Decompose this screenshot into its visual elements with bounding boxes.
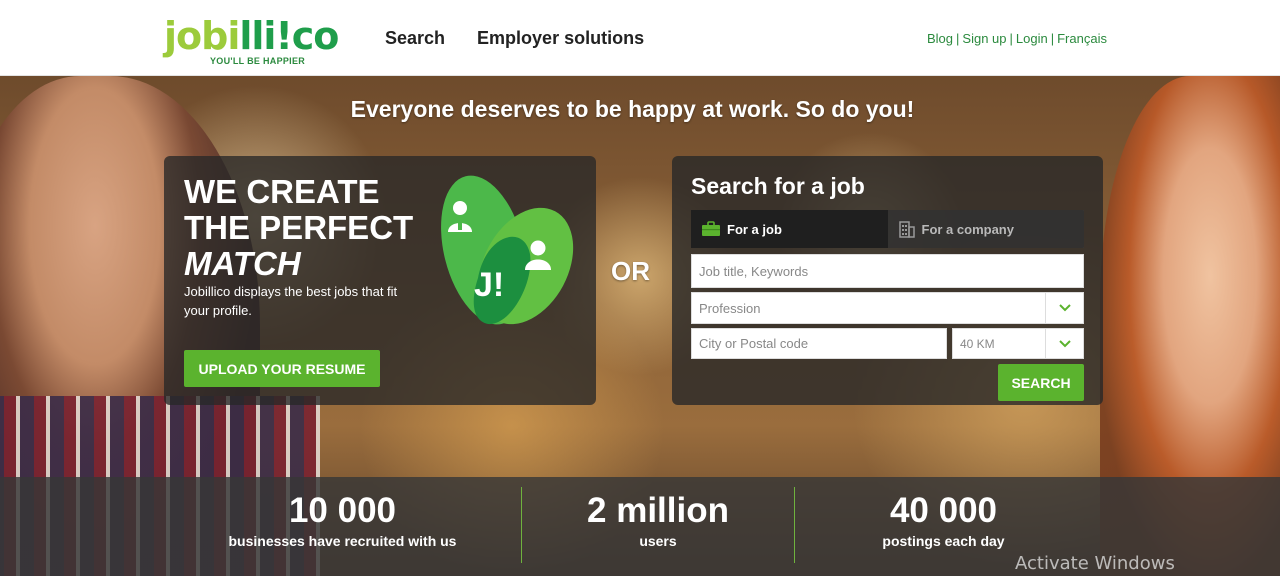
graphic-label: J! bbox=[474, 266, 504, 304]
tab-for-a-company[interactable]: For a company bbox=[887, 210, 1084, 248]
radius-select[interactable]: 40 KM bbox=[952, 328, 1084, 359]
upload-resume-button[interactable]: UPLOAD YOUR RESUME bbox=[184, 350, 380, 387]
link-separator: | bbox=[956, 31, 960, 46]
blog-link[interactable]: Blog bbox=[927, 31, 953, 46]
site-header: jobilli!co YOU'LL BE HAPPIER Search Empl… bbox=[0, 0, 1280, 76]
search-button[interactable]: SEARCH bbox=[998, 364, 1084, 401]
stat-label: users bbox=[639, 533, 677, 549]
link-separator: | bbox=[1050, 31, 1055, 46]
top-links: Blog | Sign up | Login | Français bbox=[927, 31, 1107, 46]
logo-wordmark: jobilli!co bbox=[164, 14, 339, 58]
stat-value: 40 000 bbox=[889, 491, 998, 530]
title-line: WE CREATE bbox=[184, 173, 380, 210]
main-nav: Search Employer solutions bbox=[385, 28, 644, 49]
resume-panel: WE CREATE THE PERFECT MATCH Jobillico di… bbox=[164, 156, 596, 405]
stat-postings: 40 000 postings each day bbox=[795, 491, 1092, 549]
or-label: OR bbox=[611, 256, 650, 286]
stat-label: businesses have recruited with us bbox=[228, 533, 457, 549]
login-link[interactable]: Login bbox=[1016, 31, 1048, 46]
profession-select[interactable]: Profession bbox=[691, 292, 1084, 324]
stat-businesses: 10 000 businesses have recruited with us bbox=[190, 491, 495, 549]
search-tabs: For a job For a company bbox=[691, 210, 1084, 248]
activate-windows-watermark: Activate Windows bbox=[1015, 553, 1175, 574]
nav-search-link[interactable]: Search bbox=[385, 28, 445, 49]
resume-panel-title: WE CREATE THE PERFECT MATCH bbox=[184, 174, 444, 282]
resume-panel-description: Jobillico displays the best jobs that fi… bbox=[184, 284, 398, 318]
stat-users: 2 million users bbox=[522, 491, 794, 549]
link-separator: | bbox=[1009, 31, 1013, 46]
city-postal-input[interactable]: City or Postal code bbox=[691, 328, 947, 359]
language-link[interactable]: Français bbox=[1057, 31, 1107, 46]
hero-banner: Everyone deserves to be happy at work. S… bbox=[0, 76, 1280, 576]
tab-label: For a company bbox=[921, 221, 1014, 237]
logo-tagline: YOU'LL BE HAPPIER bbox=[210, 56, 306, 66]
match-graphic-icon: J! bbox=[441, 175, 574, 325]
keywords-input[interactable]: Job title, Keywords bbox=[691, 254, 1084, 288]
tab-for-a-job[interactable]: For a job bbox=[691, 210, 888, 248]
stat-value: 2 million bbox=[587, 491, 729, 530]
search-panel-title: Search for a job bbox=[691, 173, 865, 199]
profession-select-value: Profession bbox=[699, 300, 761, 316]
tab-label: For a job bbox=[727, 221, 782, 237]
job-search-panel: Search for a job For a job For a company… bbox=[672, 156, 1103, 405]
stat-value: 10 000 bbox=[288, 491, 397, 530]
hero-tagline: Everyone deserves to be happy at work. S… bbox=[350, 96, 915, 122]
stat-label: postings each day bbox=[882, 533, 1005, 549]
title-line: MATCH bbox=[184, 245, 301, 282]
title-line: THE PERFECT bbox=[184, 209, 414, 246]
jobillico-logo[interactable]: jobilli!co YOU'LL BE HAPPIER bbox=[164, 12, 344, 68]
briefcase-icon bbox=[701, 221, 721, 237]
chevron-down-icon[interactable] bbox=[1045, 329, 1083, 358]
radius-select-value: 40 KM bbox=[960, 336, 995, 351]
building-icon bbox=[898, 220, 916, 238]
chevron-down-icon[interactable] bbox=[1045, 293, 1083, 323]
sign-up-link[interactable]: Sign up bbox=[962, 31, 1006, 46]
nav-employer-solutions-link[interactable]: Employer solutions bbox=[477, 28, 644, 49]
